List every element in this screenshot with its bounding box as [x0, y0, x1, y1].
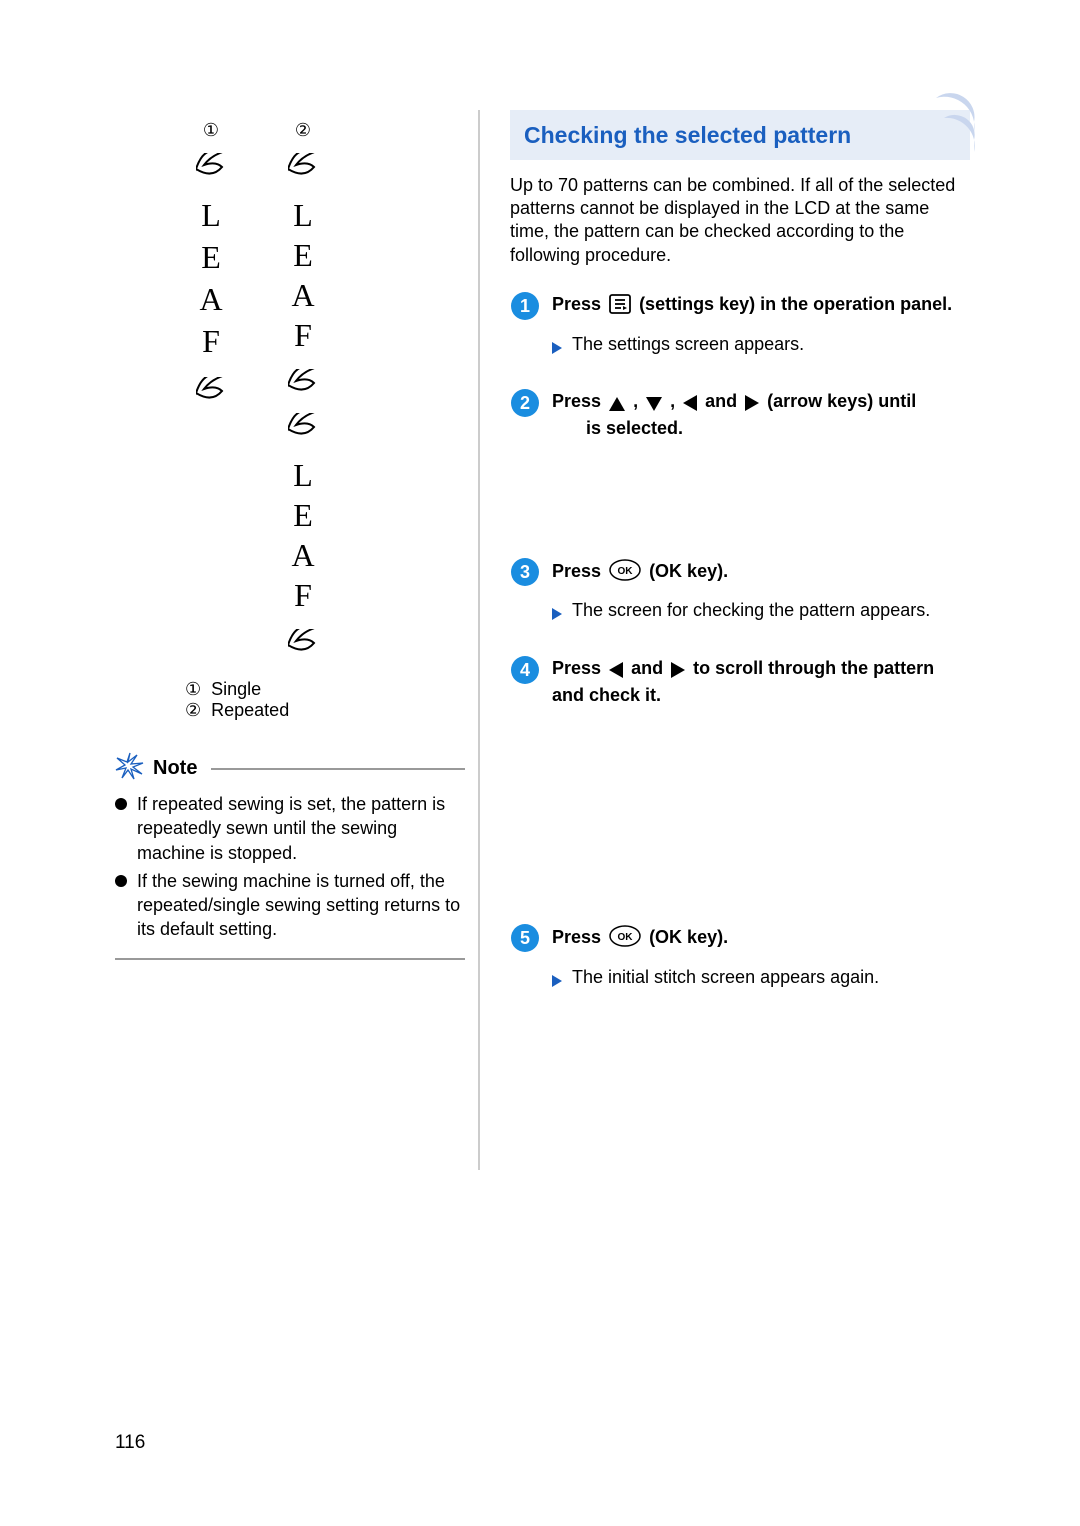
settings-key-icon [609, 298, 636, 318]
step-3-text: Press OK (OK key). [552, 559, 970, 587]
svg-text:OK: OK [618, 932, 634, 943]
arrow-down-icon [646, 395, 662, 415]
section-corner-icon [930, 92, 986, 161]
legend-num-2: ② [185, 700, 201, 721]
left-column: ① LEAF ② LEAF [115, 110, 485, 1015]
pattern-repeated-text: LEAF [287, 197, 319, 357]
ok-key-icon: OK [609, 565, 646, 585]
svg-text:3: 3 [520, 562, 530, 582]
page-content: ① LEAF ② LEAF [115, 110, 970, 1015]
note-item: If the sewing machine is turned off, the… [115, 869, 465, 942]
step-2-text: Press , , and (arrow keys) until is sele… [552, 390, 970, 441]
leaf-icon [196, 377, 226, 409]
leaf-icon [288, 153, 318, 185]
step-3: 3 Press OK (OK key). The screen for chec… [510, 557, 970, 649]
section-title: Checking the selected pattern [524, 122, 956, 150]
legend-text-1: Single [211, 679, 261, 700]
pattern-single-text: LEAF [195, 197, 227, 365]
step-5: 5 Press OK (OK key). The initial stitch … [510, 923, 970, 1015]
arrow-up-icon [609, 395, 625, 415]
legend-num-1: ① [185, 679, 201, 700]
step-1-text: Press (settings key) in the operation pa… [552, 293, 970, 320]
step-3-result: The screen for checking the pattern appe… [552, 599, 970, 626]
note-bottom-rule [115, 958, 465, 960]
step-badge-2: 2 [510, 388, 540, 423]
arrow-left-icon [683, 395, 697, 415]
result-arrow-icon [552, 970, 562, 993]
pattern-legend: ① Single ② Repeated [185, 679, 465, 721]
step-1-result: The settings screen appears. [552, 333, 970, 360]
section-intro: Up to 70 patterns can be combined. If al… [510, 174, 970, 268]
right-column: Checking the selected pattern Up to 70 p… [485, 110, 970, 1015]
leaf-icon [196, 153, 226, 185]
arrow-left-icon [609, 662, 623, 682]
pattern-repeated: ② LEAF LEAF [287, 120, 319, 661]
step-5-result: The initial stitch screen appears again. [552, 966, 970, 993]
step-5-text: Press OK (OK key). [552, 925, 970, 953]
leaf-icon [288, 629, 318, 661]
note-block: Note If repeated sewing is set, the patt… [115, 751, 465, 960]
step-badge-1: 1 [510, 291, 540, 326]
svg-text:2: 2 [520, 393, 530, 413]
step-badge-3: 3 [510, 557, 540, 592]
pattern-single: ① LEAF [195, 120, 227, 409]
svg-text:5: 5 [520, 928, 530, 948]
pattern-repeated-text-2: LEAF [287, 457, 319, 617]
note-item: If repeated sewing is set, the pattern i… [115, 792, 465, 865]
svg-text:1: 1 [520, 296, 530, 316]
result-arrow-icon [552, 603, 562, 626]
leaf-icon [288, 413, 318, 445]
marker-1: ① [203, 120, 219, 141]
legend-text-2: Repeated [211, 700, 289, 721]
marker-2: ② [295, 120, 311, 141]
step-4-text: Press and to scroll through the pattern … [552, 657, 970, 708]
step-badge-4: 4 [510, 655, 540, 690]
arrow-right-icon [745, 395, 759, 415]
burst-icon [115, 751, 145, 786]
arrow-right-icon [671, 662, 685, 682]
leaf-icon [288, 369, 318, 401]
svg-text:OK: OK [618, 566, 634, 577]
svg-text:4: 4 [520, 660, 530, 680]
section-header: Checking the selected pattern [510, 110, 970, 160]
page-number: 116 [115, 1432, 145, 1454]
step-badge-5: 5 [510, 923, 540, 958]
ok-key-icon: OK [609, 931, 646, 951]
step-1: 1 Press (settings key) in the operation … [510, 291, 970, 382]
note-top-rule [211, 768, 465, 770]
step-2: 2 Press , , and (arrow keys) until is se… [510, 388, 970, 441]
result-arrow-icon [552, 337, 562, 360]
pattern-examples: ① LEAF ② LEAF [115, 110, 465, 661]
step-4: 4 Press and to scroll through the patter… [510, 655, 970, 708]
note-label: Note [153, 757, 197, 780]
note-list: If repeated sewing is set, the pattern i… [115, 792, 465, 942]
